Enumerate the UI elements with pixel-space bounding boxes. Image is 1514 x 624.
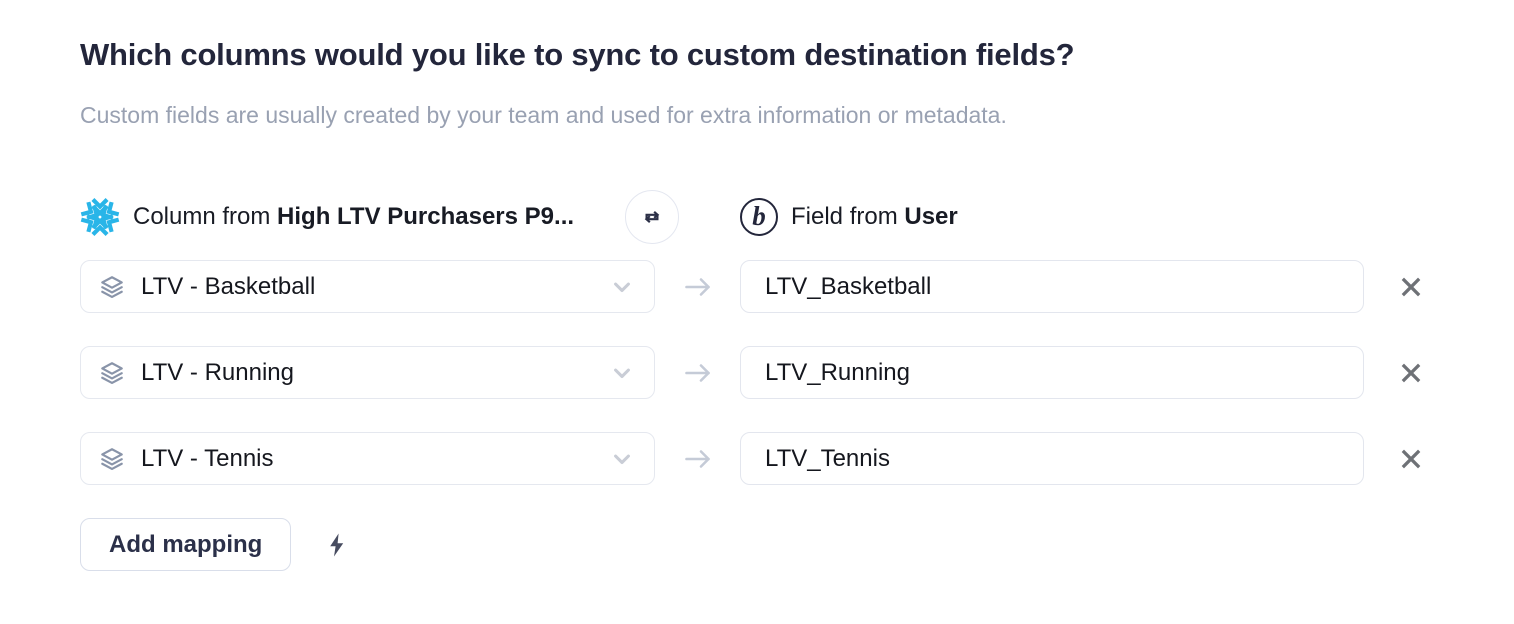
remove-mapping-button[interactable]	[1394, 270, 1428, 304]
mapping-rows: LTV - Basketball	[80, 260, 1514, 485]
source-column-value: LTV - Tennis	[141, 445, 274, 473]
layers-icon	[99, 446, 125, 472]
source-header: Column from High LTV Purchasers P9...	[80, 197, 655, 237]
x-icon	[1397, 359, 1425, 387]
layers-icon	[99, 274, 125, 300]
suggest-mappings-button[interactable]	[325, 532, 349, 558]
swap-direction-button[interactable]	[625, 190, 679, 244]
sync-mapping-panel: Which columns would you like to sync to …	[0, 0, 1514, 571]
destination-header-label: Field from User	[791, 203, 958, 231]
mapping-row: LTV - Tennis	[80, 432, 1514, 485]
arrow-right-icon	[655, 441, 740, 477]
destination-field-input[interactable]	[740, 260, 1364, 313]
braze-icon: b	[740, 198, 778, 236]
source-column-select[interactable]: LTV - Running	[80, 346, 655, 399]
destination-header: b Field from User	[740, 198, 958, 236]
destination-field-input[interactable]	[740, 346, 1364, 399]
chevron-down-icon	[608, 445, 636, 473]
source-header-prefix: Column from	[133, 203, 270, 230]
braze-glyph: b	[752, 203, 766, 230]
source-column-value: LTV - Running	[141, 359, 294, 387]
mapping-footer: Add mapping	[80, 518, 1514, 571]
source-header-label: Column from High LTV Purchasers P9...	[133, 203, 574, 231]
remove-mapping-button[interactable]	[1394, 442, 1428, 476]
destination-header-prefix: Field from	[791, 203, 898, 230]
arrow-right-icon	[655, 269, 740, 305]
arrow-right-icon	[655, 355, 740, 391]
mapping-row: LTV - Running	[80, 346, 1514, 399]
page-title: Which columns would you like to sync to …	[80, 36, 1514, 74]
chevron-down-icon	[608, 273, 636, 301]
snowflake-icon	[80, 197, 120, 237]
destination-field-input[interactable]	[740, 432, 1364, 485]
page-subtitle: Custom fields are usually created by you…	[80, 100, 1514, 130]
mapping-row: LTV - Basketball	[80, 260, 1514, 313]
x-icon	[1397, 273, 1425, 301]
layers-icon	[99, 360, 125, 386]
source-header-name: High LTV Purchasers P9...	[277, 203, 574, 230]
swap-arrows-icon	[639, 204, 665, 230]
source-column-value: LTV - Basketball	[141, 273, 315, 301]
chevron-down-icon	[608, 359, 636, 387]
x-icon	[1397, 445, 1425, 473]
lightning-icon	[325, 532, 349, 558]
remove-mapping-button[interactable]	[1394, 356, 1428, 390]
add-mapping-button[interactable]: Add mapping	[80, 518, 291, 571]
mapping-headers: Column from High LTV Purchasers P9... b …	[80, 190, 1514, 244]
source-column-select[interactable]: LTV - Tennis	[80, 432, 655, 485]
source-column-select[interactable]: LTV - Basketball	[80, 260, 655, 313]
destination-header-name: User	[904, 203, 957, 230]
